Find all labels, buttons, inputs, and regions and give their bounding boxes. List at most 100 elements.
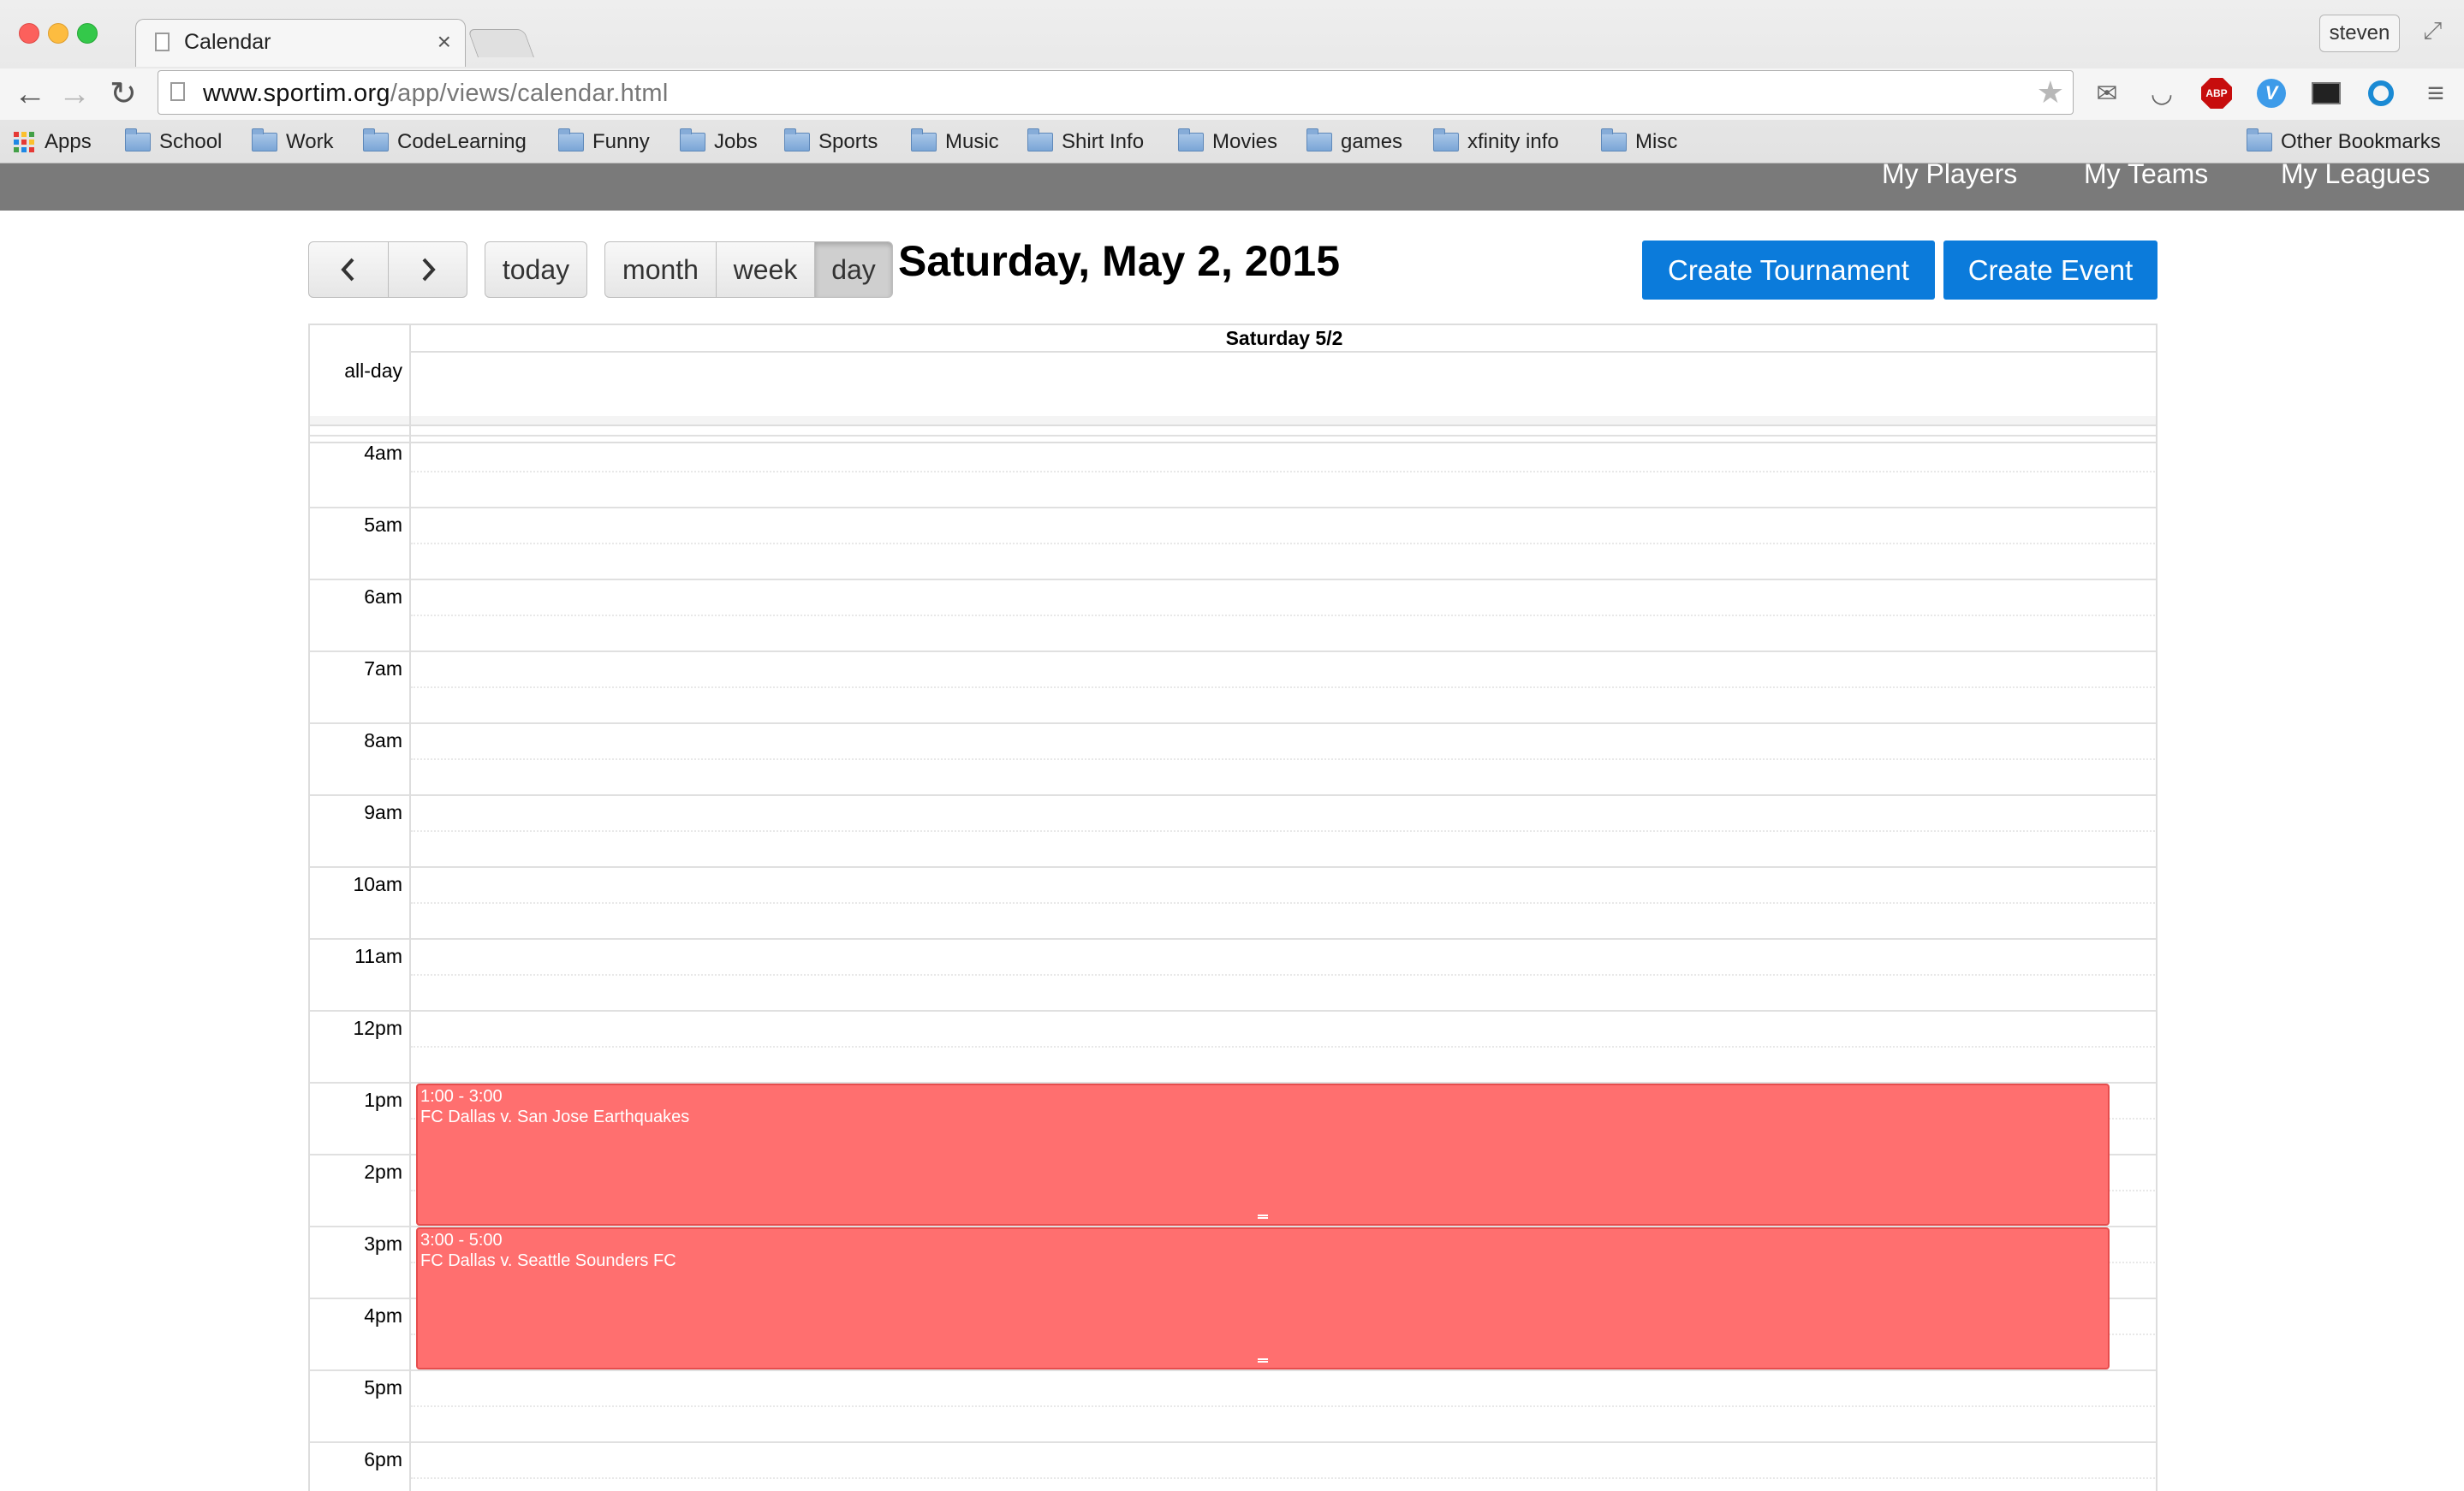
hour-label: 5pm (364, 1376, 402, 1399)
folder-icon (252, 128, 277, 151)
new-tab-button[interactable] (467, 29, 535, 57)
site-nav-bar: My Players My Teams My Leagues (0, 163, 2464, 211)
profile-button[interactable]: steven (2319, 15, 2400, 52)
folder-icon (1027, 128, 1053, 151)
half-hour-slot-line (411, 686, 2156, 688)
hour-label: 7am (364, 657, 402, 680)
half-hour-slot-line (411, 615, 2156, 616)
folder-icon (1178, 128, 1204, 151)
folder-icon (1433, 128, 1459, 151)
url-text[interactable]: www.sportim.org/app/views/calendar.html (203, 80, 669, 108)
browser-tab[interactable]: Calendar × (135, 19, 466, 67)
bookmarks-bar: Apps School Work CodeLearning Funny Jobs… (0, 122, 2464, 163)
menu-icon[interactable]: ≡ (2419, 77, 2452, 110)
close-window-button[interactable] (19, 23, 39, 44)
page-info-icon[interactable] (170, 82, 185, 101)
adblock-plus-icon[interactable]: ABP (2200, 78, 2233, 109)
fullscreen-icon[interactable]: ⤢ (2423, 17, 2442, 45)
browser-toolbar: ← → ↻ www.sportim.org/app/views/calendar… (0, 68, 2464, 120)
half-hour-slot-line (411, 902, 2156, 904)
half-hour-slot-line (411, 1405, 2156, 1407)
forward-icon[interactable]: → (58, 75, 91, 113)
hour-slot-line (310, 794, 2156, 796)
prev-day-button[interactable] (308, 241, 389, 298)
hour-label: 9am (364, 801, 402, 823)
nav-my-teams[interactable]: My Teams (2084, 163, 2208, 190)
half-hour-slot-line (411, 830, 2156, 832)
bookmark-movies[interactable]: Movies (1178, 127, 1277, 157)
create-event-button[interactable]: Create Event (1943, 241, 2157, 300)
month-view-button[interactable]: month (604, 241, 717, 298)
hour-slot-line (310, 938, 2156, 940)
bookmark-xfinity-info[interactable]: xfinity info (1433, 127, 1559, 157)
hour-slot-line (310, 866, 2156, 868)
event-time: 1:00 - 3:00 (420, 1087, 503, 1106)
day-view-button[interactable]: day (814, 241, 893, 298)
day-column-header: Saturday 5/2 (411, 325, 2156, 353)
tab-close-icon[interactable]: × (437, 28, 451, 56)
bookmark-sports[interactable]: Sports (784, 127, 878, 157)
day-calendar: Saturday 5/2 all-day 4am 5am 6am 7am 8am 9am 1… (308, 324, 2157, 1491)
bookmark-codelearning[interactable]: CodeLearning (363, 127, 527, 157)
next-day-button[interactable] (388, 241, 467, 298)
bookmark-funny[interactable]: Funny (558, 127, 650, 157)
apps-grid-icon (14, 132, 34, 152)
calendar-title: Saturday, May 2, 2015 (898, 237, 1341, 285)
other-bookmarks[interactable]: Other Bookmarks (2247, 127, 2441, 157)
reload-icon[interactable]: ↻ (110, 75, 137, 113)
half-hour-slot-line (411, 543, 2156, 544)
hour-slot-line (310, 650, 2156, 652)
event-resize-handle[interactable] (1258, 1358, 1268, 1363)
browser-chrome: Calendar × steven ⤢ ← → ↻ www.sportim.or… (0, 0, 2464, 163)
zoom-window-button[interactable] (77, 23, 98, 44)
chevron-right-icon (422, 258, 436, 282)
cup-icon[interactable]: ◡ (2146, 78, 2178, 109)
ring-extension-icon[interactable] (2365, 78, 2397, 109)
week-view-button[interactable]: week (716, 241, 815, 298)
bookmark-shirt-info[interactable]: Shirt Info (1027, 127, 1144, 157)
address-bar[interactable]: www.sportim.org/app/views/calendar.html … (158, 70, 2074, 115)
today-button[interactable]: today (485, 241, 587, 298)
calendar-event[interactable]: 1:00 - 3:00 FC Dallas v. San Jose Earthqu… (416, 1084, 2110, 1226)
hour-label: 4pm (364, 1304, 402, 1327)
calendar-event[interactable]: 3:00 - 5:00 FC Dallas v. Seattle Sounders… (416, 1227, 2110, 1369)
tab-title: Calendar (184, 30, 271, 54)
hour-label: 3pm (364, 1233, 402, 1255)
folder-icon (363, 128, 389, 151)
hour-slot-line (310, 435, 2156, 437)
bookmark-jobs[interactable]: Jobs (680, 127, 758, 157)
hour-slot-line (310, 722, 2156, 724)
bookmark-apps[interactable]: Apps (14, 127, 92, 157)
nav-my-leagues[interactable]: My Leagues (2281, 163, 2430, 190)
create-tournament-button[interactable]: Create Tournament (1642, 241, 1935, 300)
bookmark-misc[interactable]: Misc (1601, 127, 1677, 157)
half-hour-slot-line (411, 471, 2156, 472)
hour-slot-line (310, 1441, 2156, 1443)
folder-icon (558, 128, 584, 151)
hour-label: 11am (354, 945, 402, 967)
folder-icon (2247, 128, 2272, 151)
folder-icon (911, 128, 937, 151)
mail-icon[interactable]: ✉ (2091, 78, 2123, 109)
bookmark-star-icon[interactable]: ★ (2037, 74, 2064, 110)
nav-my-players[interactable]: My Players (1882, 163, 2017, 190)
hour-label: 6am (364, 585, 402, 608)
event-title: FC Dallas v. San Jose Earthquakes (420, 1108, 690, 1126)
event-resize-handle[interactable] (1258, 1215, 1268, 1219)
minimize-window-button[interactable] (48, 23, 68, 44)
v-extension-icon[interactable]: V (2255, 78, 2288, 109)
bookmark-music[interactable]: Music (911, 127, 999, 157)
bookmark-school[interactable]: School (125, 127, 222, 157)
back-icon[interactable]: ← (14, 75, 46, 113)
bookmark-games[interactable]: games (1306, 127, 1402, 157)
terminal-icon[interactable] (2310, 78, 2342, 109)
all-day-row[interactable] (310, 351, 2156, 443)
folder-icon (784, 128, 810, 151)
half-hour-slot-line (411, 1046, 2156, 1048)
event-title: FC Dallas v. Seattle Sounders FC (420, 1251, 676, 1270)
all-day-divider (310, 416, 2156, 426)
hour-slot-line (310, 1369, 2156, 1371)
hour-label: 5am (364, 514, 402, 536)
bookmark-work[interactable]: Work (252, 127, 334, 157)
chevron-left-icon (341, 258, 354, 282)
